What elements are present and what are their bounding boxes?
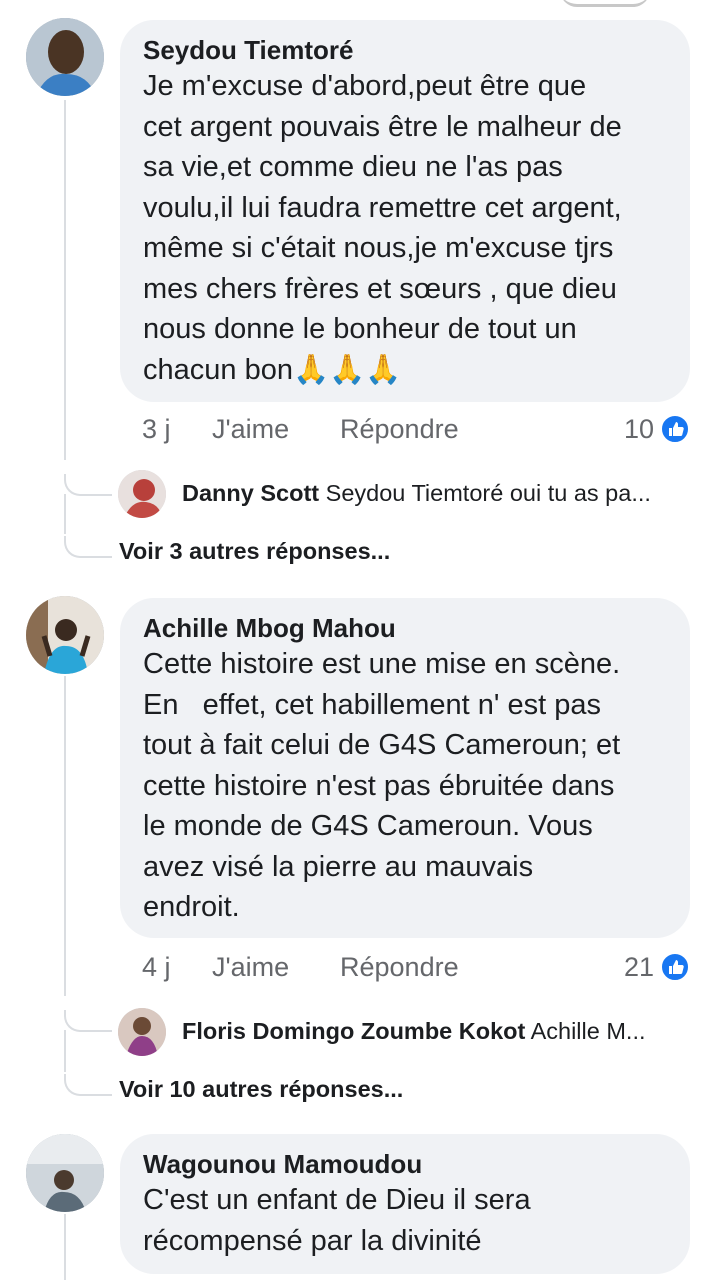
thread-line bbox=[64, 494, 66, 534]
top-edge-decoration bbox=[560, 0, 650, 7]
comment-bubble: Achille Mbog Mahou Cette histoire est un… bbox=[120, 598, 690, 938]
avatar[interactable] bbox=[26, 596, 104, 674]
comment-bubble: Seydou Tiemtoré Je m'excuse d'abord,peut… bbox=[120, 20, 690, 402]
comment-time[interactable]: 4 j bbox=[142, 952, 171, 983]
see-more-replies-link[interactable]: Voir 10 autres réponses... bbox=[119, 1076, 403, 1103]
reply-connector bbox=[64, 1010, 112, 1032]
reply-connector bbox=[64, 474, 112, 496]
like-count[interactable]: 21 bbox=[624, 952, 654, 983]
thread-line bbox=[64, 676, 66, 996]
thumbs-up-icon bbox=[660, 414, 690, 444]
comment-text: Je m'excuse d'abord,peut être que cet ar… bbox=[143, 70, 622, 386]
more-connector bbox=[64, 1074, 112, 1096]
comment-text: C'est un enfant de Dieu il sera récompen… bbox=[143, 1184, 531, 1257]
comment-author[interactable]: Seydou Tiemtoré bbox=[143, 34, 670, 66]
comment-time[interactable]: 3 j bbox=[142, 414, 171, 445]
reply-avatar[interactable] bbox=[118, 470, 166, 518]
thumbs-up-icon bbox=[660, 952, 690, 982]
reply-avatar[interactable] bbox=[118, 1008, 166, 1056]
see-more-replies-link[interactable]: Voir 3 autres réponses... bbox=[119, 538, 390, 565]
comment-author[interactable]: Wagounou Mamoudou bbox=[143, 1148, 670, 1180]
comment-actions: 3 j J'aime Répondre 10 bbox=[142, 414, 690, 454]
thread-line bbox=[64, 1030, 66, 1072]
comment-text: Cette histoire est une mise en scène. En… bbox=[143, 648, 621, 923]
thread-line bbox=[64, 1214, 66, 1280]
reply-button[interactable]: Répondre bbox=[340, 952, 459, 983]
reply-text: Floris Domingo Zoumbe Kokot Achille M... bbox=[182, 1018, 646, 1044]
comment-bubble: Wagounou Mamoudou C'est un enfant de Die… bbox=[120, 1134, 690, 1274]
reply-preview[interactable]: Danny Scott Seydou Tiemtoré oui tu as pa… bbox=[118, 470, 708, 518]
like-count[interactable]: 10 bbox=[624, 414, 654, 445]
reply-text: Danny Scott Seydou Tiemtoré oui tu as pa… bbox=[182, 480, 651, 506]
reply-preview[interactable]: Floris Domingo Zoumbe Kokot Achille M... bbox=[118, 1008, 708, 1056]
avatar[interactable] bbox=[26, 18, 104, 96]
like-button[interactable]: J'aime bbox=[212, 952, 289, 983]
like-button[interactable]: J'aime bbox=[212, 414, 289, 445]
avatar[interactable] bbox=[26, 1134, 104, 1212]
comment-author[interactable]: Achille Mbog Mahou bbox=[143, 612, 670, 644]
praying-hands-emoji: 🙏🙏🙏 bbox=[292, 353, 402, 386]
comment-actions: 4 j J'aime Répondre 21 bbox=[142, 952, 690, 992]
reply-button[interactable]: Répondre bbox=[340, 414, 459, 445]
more-connector bbox=[64, 536, 112, 558]
thread-line bbox=[64, 100, 66, 460]
